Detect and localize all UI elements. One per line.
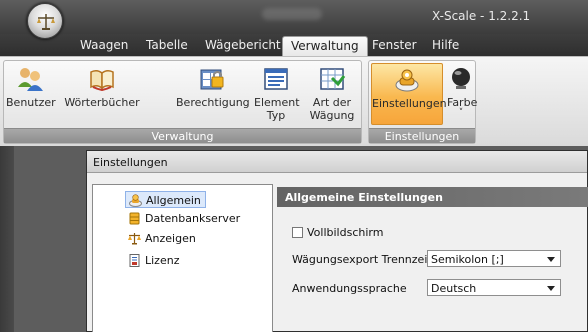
- element-type-button[interactable]: Element Typ: [254, 63, 300, 125]
- tree-item-anzeigen[interactable]: Anzeigen: [125, 230, 200, 247]
- database-icon: [129, 212, 140, 225]
- dropdown-arrow-icon: [547, 286, 555, 291]
- scale-logo-icon: [37, 14, 55, 30]
- weighing-type-label-line2: Wägung: [309, 109, 355, 122]
- settings-button-label: Einstellungen: [372, 97, 447, 110]
- tree-item-lizenz[interactable]: Lizenz: [125, 252, 183, 269]
- ribbon-group-verwaltung: Benutzer Wörterbücher Berechtigung Eleme…: [3, 60, 362, 144]
- permission-button[interactable]: Berechtigung: [176, 63, 250, 125]
- tab-fenster[interactable]: Fenster: [372, 38, 417, 52]
- tab-verwaltung[interactable]: Verwaltung: [282, 36, 368, 57]
- fullscreen-checkbox[interactable]: [292, 227, 303, 238]
- fullscreen-option[interactable]: Vollbildschirm: [292, 226, 383, 239]
- tree-label-allgemein: Allgemein: [146, 194, 201, 207]
- settings-dialog: Einstellungen Allgemein Datenbankserver: [86, 150, 588, 332]
- permission-icon: [200, 69, 224, 90]
- element-type-icon: [264, 68, 288, 90]
- permission-button-label: Berechtigung: [176, 96, 250, 109]
- dictionaries-button-label: Wörterbücher: [64, 96, 140, 109]
- left-dock-strip: [0, 146, 14, 332]
- separator-select-value: Semikolon [;]: [431, 253, 504, 266]
- tab-hilfe[interactable]: Hilfe: [432, 38, 459, 52]
- fullscreen-label: Vollbildschirm: [307, 226, 384, 239]
- users-button[interactable]: Benutzer: [6, 63, 56, 125]
- settings-tree: Allgemein Datenbankserver Anzeigen Lizen…: [92, 184, 273, 332]
- ribbon-group-label-verwaltung: Verwaltung: [4, 128, 361, 143]
- language-select[interactable]: Deutsch: [427, 279, 561, 296]
- window-title: X-Scale - 1.2.2.1: [432, 9, 531, 23]
- blurred-app-name: [262, 8, 322, 20]
- dictionaries-button[interactable]: Wörterbücher: [60, 63, 144, 125]
- tab-waagen[interactable]: Waagen: [80, 38, 128, 52]
- tree-label-datenbankserver: Datenbankserver: [145, 212, 241, 225]
- ribbon: Benutzer Wörterbücher Berechtigung Eleme…: [0, 56, 588, 146]
- tree-label-lizenz: Lizenz: [145, 254, 180, 267]
- color-button[interactable]: Farbe ˅: [447, 63, 477, 125]
- ribbon-tab-row: Waagen Tabelle Wägebericht Verwaltung Fe…: [0, 34, 588, 57]
- tree-label-anzeigen: Anzeigen: [145, 232, 196, 245]
- tab-waegebericht[interactable]: Wägebericht: [205, 38, 281, 52]
- color-ball-icon: [452, 68, 470, 89]
- settings-button[interactable]: Einstellungen: [371, 63, 447, 125]
- tree-item-allgemein[interactable]: Allgemein: [125, 191, 206, 208]
- weighing-type-button[interactable]: Art der Wägung: [306, 63, 358, 125]
- tree-item-datenbankserver[interactable]: Datenbankserver: [125, 210, 244, 227]
- weighing-type-label-line1: Art der: [312, 96, 352, 109]
- users-icon: [18, 68, 43, 91]
- chevron-down-icon: ˅: [458, 108, 464, 118]
- application-menu-button[interactable]: [27, 3, 63, 39]
- settings-icon: [395, 69, 419, 92]
- language-label: Anwendungssprache: [292, 282, 407, 295]
- separator-select[interactable]: Semikolon [;]: [427, 250, 561, 267]
- tab-tabelle[interactable]: Tabelle: [146, 38, 188, 52]
- weighing-type-icon: [320, 68, 346, 90]
- general-settings-icon: [129, 194, 142, 207]
- element-type-label-line2: Typ: [266, 109, 286, 122]
- license-icon: [129, 254, 140, 267]
- dropdown-arrow-icon: [547, 257, 555, 262]
- ribbon-group-label-einstellungen: Einstellungen: [369, 128, 475, 143]
- ribbon-group-einstellungen: Einstellungen Farbe ˅ Einstellungen: [368, 60, 477, 144]
- element-type-label-line1: Element: [254, 96, 300, 109]
- title-bar: X-Scale - 1.2.2.1: [0, 0, 588, 34]
- users-button-label: Benutzer: [6, 96, 56, 109]
- scale-icon: [128, 233, 141, 245]
- book-icon: [90, 69, 114, 92]
- language-select-value: Deutsch: [431, 282, 477, 295]
- dialog-title: Einstellungen: [87, 151, 587, 173]
- panel-heading: Allgemeine Einstellungen: [277, 187, 588, 207]
